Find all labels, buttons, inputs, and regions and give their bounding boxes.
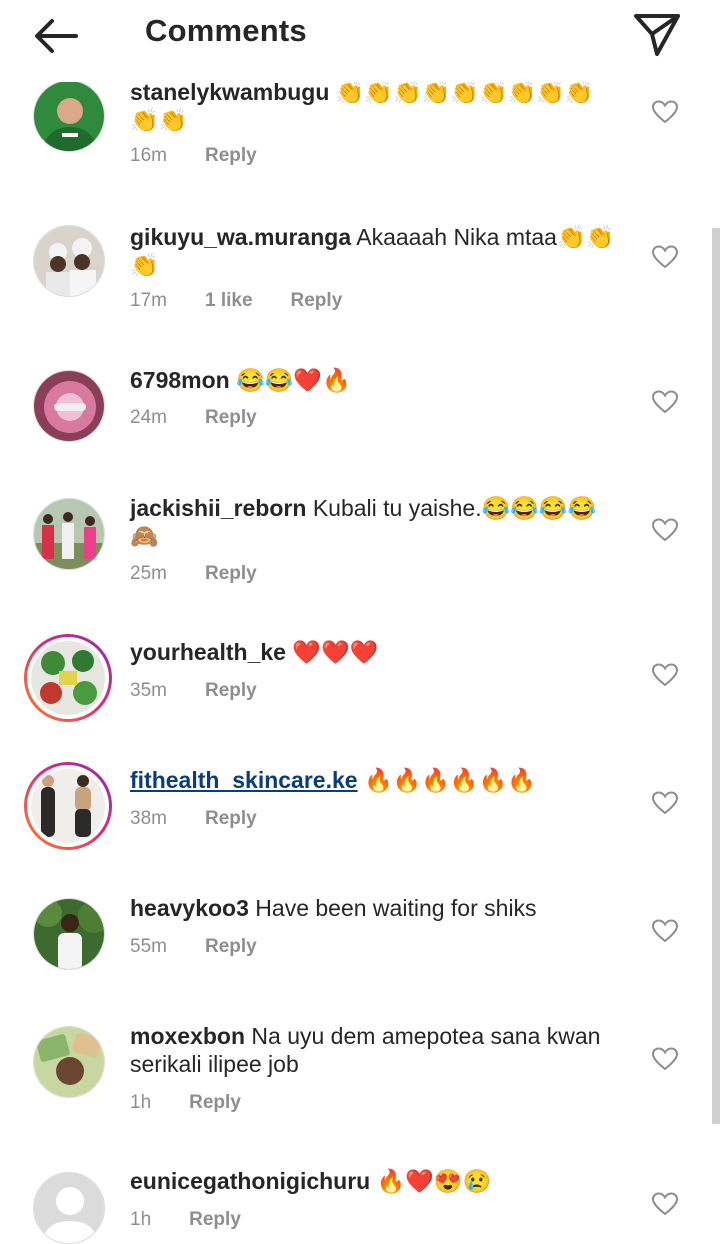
reply-button[interactable]: Reply [205,145,257,166]
comment-time: 38m [130,808,167,829]
comment-meta: 17m 1 like Reply [130,290,380,312]
back-button[interactable] [28,14,84,58]
heart-icon[interactable] [652,791,678,815]
share-button[interactable] [630,10,684,60]
avatar-placeholder[interactable] [33,1172,105,1244]
comment-username[interactable]: 6798mon [130,367,230,393]
heart-icon[interactable] [652,1047,678,1071]
comment-time: 55m [130,936,167,957]
reply-button[interactable]: Reply [205,563,257,584]
heart-icon[interactable] [652,245,678,269]
avatar-story-ring[interactable] [24,634,112,722]
comment-text: gikuyu_wa.muranga Akaaaah Nika mtaa👏👏👏 [130,223,620,279]
likes-count[interactable]: 1 like [205,290,253,311]
reply-button[interactable]: Reply [189,1092,241,1113]
heart-icon[interactable] [652,919,678,943]
avatar[interactable] [33,498,105,570]
comment-time: 16m [130,145,167,166]
comment-text: eunicegathonigichuru 🔥❤️😍😢 [130,1167,620,1195]
comment-text: jackishii_reborn Kubali tu yaishe.😂😂😂😂🙈 [130,494,620,550]
reply-button[interactable]: Reply [205,680,257,701]
comment-meta: 16m Reply [130,145,295,167]
comment-text: fithealth_skincare.ke 🔥🔥🔥🔥🔥🔥 [130,766,620,794]
comment-meta: 25m Reply [130,563,295,585]
reply-button[interactable]: Reply [291,290,343,311]
reply-button[interactable]: Reply [205,808,257,829]
paper-plane-icon [634,14,680,56]
comment-time: 17m [130,290,167,311]
comment-meta: 55m Reply [130,936,295,958]
comment-meta: 1h Reply [130,1092,279,1114]
comment-meta: 38m Reply [130,808,295,830]
comment-body: 🔥🔥🔥🔥🔥🔥 [363,767,536,793]
heart-icon[interactable] [652,390,678,414]
back-arrow-icon [35,19,78,53]
avatar[interactable] [33,898,105,970]
heart-icon[interactable] [652,100,678,124]
heart-icon[interactable] [652,518,678,542]
avatar[interactable] [33,370,105,442]
comment-body: Have been waiting for shiks [255,895,537,921]
comment-body: ❤️❤️❤️ [292,639,379,665]
comment-meta: 35m Reply [130,680,295,702]
comment-time: 1h [130,1092,152,1113]
heart-icon[interactable] [652,663,678,687]
comment-text: moxexbon Na uyu dem amepotea sana kwan s… [130,1022,620,1078]
avatar-story-ring[interactable] [24,762,112,850]
comment-text: yourhealth_ke ❤️❤️❤️ [130,638,620,666]
comment-text: stanelykwambugu 👏👏👏👏👏👏👏👏👏👏👏 [130,78,620,134]
comment-time: 1h [130,1209,152,1230]
comment-username[interactable]: fithealth_skincare.ke [130,767,358,793]
default-user-icon [34,1173,104,1243]
comment-time: 35m [130,680,167,701]
comment-username[interactable]: moxexbon [130,1023,245,1049]
comment-username[interactable]: yourhealth_ke [130,639,286,665]
comment-meta: 24m Reply [130,407,295,429]
comment-meta: 1h Reply [130,1209,279,1231]
comment-text: heavykoo3 Have been waiting for shiks [130,894,620,922]
avatar[interactable] [33,225,105,297]
comment-username[interactable]: stanelykwambugu [130,79,329,105]
reply-button[interactable]: Reply [205,407,257,428]
comment-username[interactable]: heavykoo3 [130,895,249,921]
heart-icon[interactable] [652,1192,678,1216]
comment-body: 🔥❤️😍😢 [376,1168,492,1194]
reply-button[interactable]: Reply [205,936,257,957]
avatar[interactable] [33,1026,105,1098]
reply-button[interactable]: Reply [189,1209,241,1230]
comment-body: 😂😂❤️🔥 [236,367,351,393]
comment-time: 24m [130,407,167,428]
comment-time: 25m [130,563,167,584]
scrollbar[interactable] [712,228,720,1124]
comment-username[interactable]: eunicegathonigichuru [130,1168,370,1194]
comment-list: stanelykwambugu 👏👏👏👏👏👏👏👏👏👏👏 16m Reply gik… [0,0,720,1244]
comment-username[interactable]: gikuyu_wa.muranga [130,224,351,250]
page-title: Comments [145,13,307,48]
top-bar: Comments [0,0,720,82]
comment-username[interactable]: jackishii_reborn [130,495,306,521]
avatar[interactable] [33,80,105,152]
comment-text: 6798mon 😂😂❤️🔥 [130,366,620,394]
